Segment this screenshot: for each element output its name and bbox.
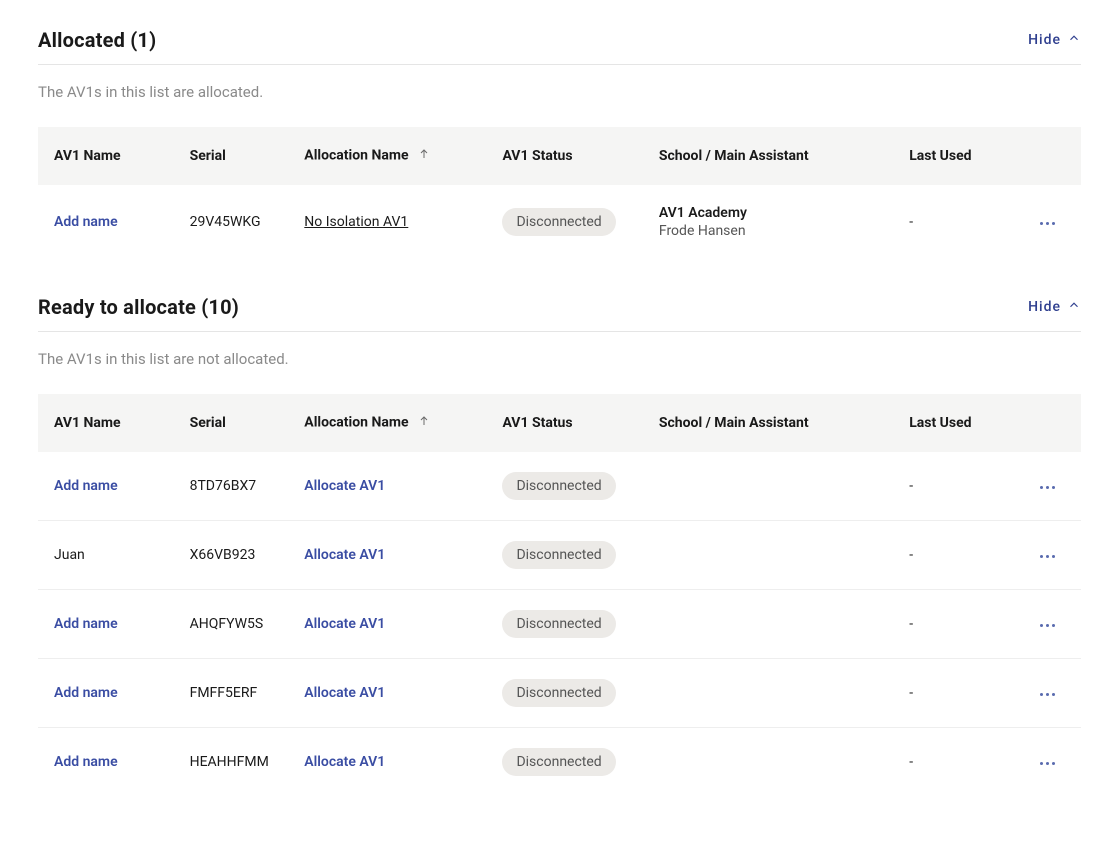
allocated-divider bbox=[38, 64, 1081, 65]
row-actions-menu[interactable] bbox=[1034, 687, 1061, 702]
allocate-link[interactable]: Allocate AV1 bbox=[304, 685, 385, 701]
status-badge: Disconnected bbox=[502, 208, 615, 236]
ready-description: The AV1s in this list are not allocated. bbox=[38, 350, 1081, 368]
add-name-link[interactable]: Add name bbox=[54, 685, 118, 701]
hide-label: Hide bbox=[1028, 299, 1061, 315]
cell-serial: HEAHHFMM bbox=[174, 728, 289, 797]
allocate-link[interactable]: Allocate AV1 bbox=[304, 478, 385, 494]
cell-last-used: - bbox=[893, 659, 1018, 728]
status-badge: Disconnected bbox=[502, 610, 615, 638]
cell-serial: AHQFYW5S bbox=[174, 590, 289, 659]
cell-last-used: - bbox=[893, 728, 1018, 797]
col-header-allocation[interactable]: Allocation Name bbox=[288, 394, 486, 452]
sort-asc-icon bbox=[418, 147, 430, 165]
cell-school bbox=[643, 659, 893, 728]
cell-serial: 29V45WKG bbox=[174, 185, 289, 259]
table-row: Add name FMFF5ERF Allocate AV1 Disconnected… bbox=[38, 659, 1081, 728]
cell-school bbox=[643, 521, 893, 590]
ready-thead-row: AV1 Name Serial Allocation Name AV1 Stat… bbox=[38, 394, 1081, 452]
col-header-allocation[interactable]: Allocation Name bbox=[288, 127, 486, 185]
ready-header: Ready to allocate (10) Hide bbox=[38, 295, 1081, 319]
hide-label: Hide bbox=[1028, 32, 1061, 48]
allocate-link[interactable]: Allocate AV1 bbox=[304, 754, 385, 770]
ready-hide-toggle[interactable]: Hide bbox=[1028, 298, 1081, 316]
row-actions-menu[interactable] bbox=[1034, 216, 1061, 231]
ready-divider bbox=[38, 331, 1081, 332]
cell-serial: 8TD76BX7 bbox=[174, 452, 289, 521]
allocation-name-link[interactable]: No Isolation AV1 bbox=[304, 214, 408, 230]
cell-last-used: - bbox=[893, 452, 1018, 521]
chevron-up-icon bbox=[1067, 298, 1081, 316]
allocated-title: Allocated (1) bbox=[38, 28, 156, 52]
cell-last-used: - bbox=[893, 521, 1018, 590]
ready-table: AV1 Name Serial Allocation Name AV1 Stat… bbox=[38, 394, 1081, 796]
school-name: AV1 Academy bbox=[659, 205, 893, 221]
col-header-actions bbox=[1018, 127, 1081, 185]
school-assistant: AV1 Academy Frode Hansen bbox=[659, 205, 893, 239]
allocate-link[interactable]: Allocate AV1 bbox=[304, 616, 385, 632]
table-row: JuanX66VB923 Allocate AV1 Disconnected - bbox=[38, 521, 1081, 590]
col-header-allocation-label: Allocation Name bbox=[304, 415, 408, 431]
row-actions-menu[interactable] bbox=[1034, 618, 1061, 633]
col-header-serial[interactable]: Serial bbox=[174, 127, 289, 185]
col-header-status[interactable]: AV1 Status bbox=[486, 394, 642, 452]
add-name-link[interactable]: Add name bbox=[54, 754, 118, 770]
col-header-name[interactable]: AV1 Name bbox=[38, 394, 174, 452]
row-actions-menu[interactable] bbox=[1034, 549, 1061, 564]
table-row: Add name 8TD76BX7 Allocate AV1 Disconnected… bbox=[38, 452, 1081, 521]
sort-asc-icon bbox=[418, 414, 430, 432]
row-actions-menu[interactable] bbox=[1034, 756, 1061, 771]
cell-serial: FMFF5ERF bbox=[174, 659, 289, 728]
assistant-name: Frode Hansen bbox=[659, 223, 893, 239]
col-header-name[interactable]: AV1 Name bbox=[38, 127, 174, 185]
cell-last-used: - bbox=[893, 590, 1018, 659]
allocated-description: The AV1s in this list are allocated. bbox=[38, 83, 1081, 101]
add-name-link[interactable]: Add name bbox=[54, 478, 118, 494]
allocated-section: Allocated (1) Hide The AV1s in this list… bbox=[38, 28, 1081, 259]
table-row: Add name 29V45WKG No Isolation AV1 Disco… bbox=[38, 185, 1081, 259]
allocated-table: AV1 Name Serial Allocation Name AV1 Stat… bbox=[38, 127, 1081, 259]
ready-title: Ready to allocate (10) bbox=[38, 295, 239, 319]
col-header-last[interactable]: Last Used bbox=[893, 394, 1018, 452]
row-actions-menu[interactable] bbox=[1034, 480, 1061, 495]
col-header-allocation-label: Allocation Name bbox=[304, 148, 408, 164]
cell-last-used: - bbox=[893, 185, 1018, 259]
table-row: Add name AHQFYW5S Allocate AV1 Disconnected… bbox=[38, 590, 1081, 659]
cell-school bbox=[643, 590, 893, 659]
status-badge: Disconnected bbox=[502, 541, 615, 569]
col-header-last[interactable]: Last Used bbox=[893, 127, 1018, 185]
ready-section: Ready to allocate (10) Hide The AV1s in … bbox=[38, 295, 1081, 796]
status-badge: Disconnected bbox=[502, 472, 615, 500]
cell-school bbox=[643, 452, 893, 521]
cell-serial: X66VB923 bbox=[174, 521, 289, 590]
col-header-status[interactable]: AV1 Status bbox=[486, 127, 642, 185]
allocated-header: Allocated (1) Hide bbox=[38, 28, 1081, 52]
allocate-link[interactable]: Allocate AV1 bbox=[304, 547, 385, 563]
allocated-hide-toggle[interactable]: Hide bbox=[1028, 31, 1081, 49]
cell-school bbox=[643, 728, 893, 797]
col-header-school[interactable]: School / Main Assistant bbox=[643, 127, 893, 185]
table-row: Add name HEAHHFMM Allocate AV1 Disconnected… bbox=[38, 728, 1081, 797]
add-name-link[interactable]: Add name bbox=[54, 214, 118, 230]
status-badge: Disconnected bbox=[502, 679, 615, 707]
add-name-link[interactable]: Add name bbox=[54, 616, 118, 632]
col-header-serial[interactable]: Serial bbox=[174, 394, 289, 452]
chevron-up-icon bbox=[1067, 31, 1081, 49]
col-header-actions bbox=[1018, 394, 1081, 452]
allocated-thead-row: AV1 Name Serial Allocation Name AV1 Stat… bbox=[38, 127, 1081, 185]
col-header-school[interactable]: School / Main Assistant bbox=[643, 394, 893, 452]
status-badge: Disconnected bbox=[502, 748, 615, 776]
cell-name: Juan bbox=[38, 521, 174, 590]
